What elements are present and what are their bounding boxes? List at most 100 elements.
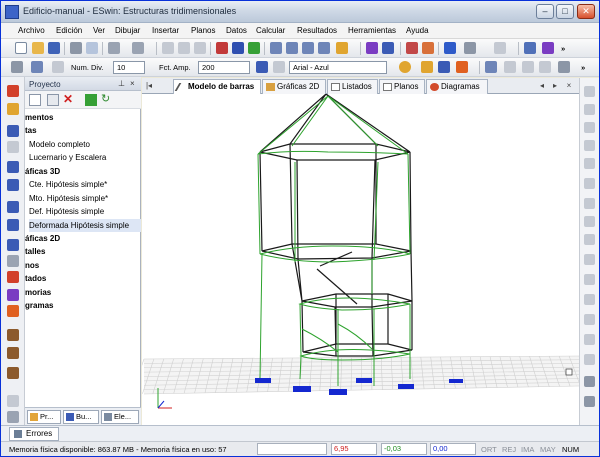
arc-tool-icon[interactable] bbox=[584, 334, 595, 345]
menu-calcular[interactable]: Calcular bbox=[256, 26, 285, 35]
tree-item-memorias[interactable]: morias bbox=[25, 286, 51, 299]
warning-icon[interactable] bbox=[584, 178, 595, 189]
node-tool-icon[interactable] bbox=[7, 125, 19, 137]
support-tool-icon[interactable] bbox=[7, 161, 19, 173]
folder-icon[interactable] bbox=[421, 61, 433, 73]
axes-icon[interactable] bbox=[464, 42, 476, 54]
tree-item-modelo-completo[interactable]: Modelo completo bbox=[29, 138, 90, 151]
array-icon[interactable] bbox=[522, 61, 534, 73]
dropper-icon[interactable] bbox=[584, 376, 595, 387]
zoom-window-icon[interactable] bbox=[270, 42, 282, 54]
export-icon[interactable] bbox=[438, 61, 450, 73]
menu-planos[interactable]: Planos bbox=[191, 26, 215, 35]
tabs-close-icon[interactable]: × bbox=[564, 80, 574, 92]
export-item-icon[interactable] bbox=[85, 94, 97, 106]
measure-icon[interactable] bbox=[584, 216, 595, 227]
check-icon[interactable] bbox=[248, 42, 260, 54]
tab-listados[interactable]: Listados bbox=[327, 79, 378, 94]
paste-icon[interactable] bbox=[194, 42, 206, 54]
tab-proyecto[interactable]: Pr... bbox=[27, 410, 61, 424]
refresh-icon[interactable]: ↻ bbox=[101, 94, 113, 106]
calendar-icon[interactable] bbox=[256, 61, 268, 73]
structure-icon[interactable] bbox=[7, 85, 19, 97]
view-side-icon[interactable] bbox=[584, 158, 595, 169]
brush-icon[interactable] bbox=[7, 305, 19, 317]
foundation-tool-icon[interactable] bbox=[7, 411, 19, 423]
toolbar-overflow-icon[interactable]: » bbox=[561, 44, 565, 53]
print-preview-icon[interactable] bbox=[86, 42, 98, 54]
menu-ayuda[interactable]: Ayuda bbox=[406, 26, 429, 35]
menu-insertar[interactable]: Insertar bbox=[152, 26, 179, 35]
close-button[interactable]: ✕ bbox=[577, 4, 595, 19]
menu-datos[interactable]: Datos bbox=[226, 26, 247, 35]
tree-item-listados[interactable]: tados bbox=[25, 272, 46, 285]
load-icon[interactable] bbox=[7, 103, 19, 115]
tab-planos[interactable]: Planos bbox=[379, 79, 425, 94]
bar-tool-icon[interactable] bbox=[7, 141, 19, 153]
purple-pen-icon[interactable] bbox=[7, 289, 19, 301]
panel-close-icon[interactable]: × bbox=[130, 79, 135, 88]
tree-item-vistas[interactable]: tas bbox=[25, 124, 37, 137]
scale-icon[interactable] bbox=[539, 61, 551, 73]
pan-icon[interactable] bbox=[584, 86, 595, 97]
tab-modelo-de-barras[interactable]: Modelo de barras bbox=[173, 79, 261, 94]
pin-icon[interactable]: ⊥ bbox=[118, 79, 125, 88]
tree-item-mto-hipotesis[interactable]: Mto. Hipótesis simple* bbox=[29, 192, 108, 205]
layers-stack-icon[interactable] bbox=[542, 42, 554, 54]
tab-graficas-2d[interactable]: Gráficas 2D bbox=[262, 79, 326, 94]
color-palette-icon[interactable] bbox=[399, 61, 411, 73]
bars-icon[interactable] bbox=[382, 42, 394, 54]
hatch-icon[interactable] bbox=[584, 274, 595, 285]
sum-icon[interactable] bbox=[216, 42, 228, 54]
material-tool-icon[interactable] bbox=[7, 201, 19, 213]
tree-item-elementos[interactable]: mentos bbox=[25, 111, 53, 124]
view-front-icon[interactable] bbox=[584, 140, 595, 151]
table-icon[interactable] bbox=[558, 61, 570, 73]
cut-icon[interactable] bbox=[162, 42, 174, 54]
brown-tool-icon[interactable] bbox=[7, 329, 19, 341]
status-flag-ort[interactable]: ORT bbox=[481, 444, 497, 455]
zoom-out-icon[interactable] bbox=[302, 42, 314, 54]
eraser-icon[interactable] bbox=[422, 42, 434, 54]
save-icon[interactable] bbox=[48, 42, 60, 54]
num-div-input[interactable]: 10 bbox=[113, 61, 145, 74]
line-tool-icon[interactable] bbox=[584, 294, 595, 305]
tab-buscar[interactable]: Bu... bbox=[63, 410, 99, 424]
minimize-button[interactable]: – bbox=[536, 4, 554, 19]
menu-resultados[interactable]: Resultados bbox=[297, 26, 337, 35]
tree-item-cte-hipotesis[interactable]: Cte. Hipótesis simple* bbox=[29, 178, 107, 191]
menu-archivo[interactable]: Archivo bbox=[18, 26, 45, 35]
polyline-tool-icon[interactable] bbox=[584, 354, 595, 365]
open-folder-icon[interactable] bbox=[32, 42, 44, 54]
pen-tool-icon[interactable] bbox=[7, 255, 19, 267]
zoom-in-icon[interactable] bbox=[286, 42, 298, 54]
edit-item-icon[interactable] bbox=[47, 94, 59, 106]
menu-dibujar[interactable]: Dibujar bbox=[115, 26, 140, 35]
tabs-prev-icon[interactable]: ◂ bbox=[537, 80, 547, 92]
delete-icon[interactable]: ✕ bbox=[63, 93, 75, 106]
font-select[interactable]: Arial - Azul bbox=[289, 61, 387, 74]
status-flag-rej[interactable]: REJ bbox=[502, 444, 516, 455]
text-tool-icon[interactable] bbox=[584, 234, 595, 245]
section-icon[interactable] bbox=[444, 42, 456, 54]
sum-all-icon[interactable] bbox=[232, 42, 244, 54]
tree-item-detalles[interactable]: talles bbox=[25, 245, 45, 258]
settings-small-icon[interactable] bbox=[52, 61, 64, 73]
snap-icon[interactable] bbox=[584, 396, 595, 407]
copy-view-icon[interactable] bbox=[584, 198, 595, 209]
redo-icon[interactable] bbox=[132, 42, 144, 54]
comment-icon[interactable] bbox=[524, 42, 536, 54]
zoom-all-icon[interactable] bbox=[318, 42, 330, 54]
print-icon[interactable] bbox=[70, 42, 82, 54]
view-icon[interactable] bbox=[31, 61, 43, 73]
menu-edicion[interactable]: Edición bbox=[56, 26, 82, 35]
status-flag-num[interactable]: NUM bbox=[562, 444, 579, 455]
fill-color-icon[interactable] bbox=[456, 61, 468, 73]
tree-item-diagramas[interactable]: gramas bbox=[25, 299, 53, 312]
tree-item-deformada[interactable]: Deformada Hipótesis simple bbox=[29, 219, 141, 232]
tab-errores[interactable]: Errores bbox=[9, 427, 60, 441]
section-tool-icon[interactable] bbox=[7, 179, 19, 191]
beam-tool-icon[interactable] bbox=[7, 367, 19, 379]
dimension-icon[interactable] bbox=[584, 254, 595, 265]
maximize-button[interactable]: □ bbox=[556, 4, 574, 19]
